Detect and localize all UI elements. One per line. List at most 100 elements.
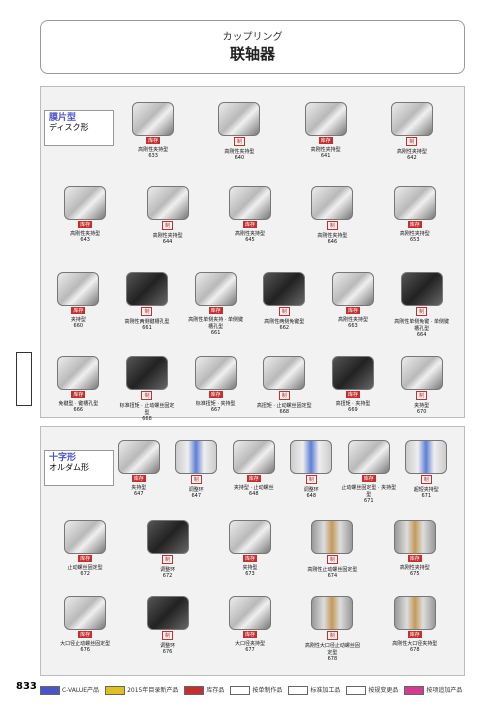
product-card[interactable]: 制高刚性夹持型 644 — [140, 186, 196, 245]
product-name: 高刚性夹持型 — [70, 231, 101, 237]
product-card[interactable]: 库存 高刚性夹持型 663 — [325, 272, 381, 338]
product-image — [57, 356, 100, 390]
product-card[interactable]: 制高刚性止动螺丝固定型 674 — [304, 520, 360, 579]
product-card[interactable]: 制夹持型 670 — [394, 356, 450, 422]
status-badge: 制 — [326, 631, 338, 640]
product-card[interactable]: 制高刚性单侧免键 · 单侧键槽孔型 664 — [394, 272, 450, 338]
product-code: 633 — [148, 153, 158, 159]
product-card[interactable]: 制高刚性两侧免键型 662 — [256, 272, 312, 338]
product-card[interactable]: 制高刚性两侧键槽孔型 661 — [119, 272, 175, 338]
status-badge: 库存 — [78, 221, 93, 228]
product-card[interactable]: 库存 高刚性夹持型 675 — [387, 520, 443, 579]
product-name: 调整环 — [160, 567, 176, 573]
product-row-5: 库存 夹持型 647 制调整环 647 库存 夹持型 · 止动螺丝 648 制调整环 648 库存止… — [110, 440, 455, 504]
legend-footer: C-VALUE产品 2015年目录新产品 库存品 按单制作品 标准加工品 按规变更品 按项追… — [40, 684, 463, 696]
product-name: 夹持型 — [414, 403, 430, 409]
product-card[interactable]: 库存 高刚性夹持型 641 — [298, 102, 354, 161]
product-card[interactable]: 制标准扭矩 · 止动螺丝固定型 668 — [119, 356, 175, 422]
product-code: 647 — [191, 493, 202, 499]
product-card[interactable]: 库存 高刚性单侧夹持 · 单侧键槽孔型 661 — [188, 272, 244, 338]
product-card[interactable]: 库存 标准扭矩 · 夹持型 667 — [188, 356, 244, 422]
product-card[interactable]: 库存 夹持型 673 — [222, 520, 278, 579]
status-badge: 库存 — [146, 137, 161, 144]
legend-item: 按单制作品 — [230, 685, 282, 695]
product-image — [311, 520, 354, 554]
status-badge: 制 — [406, 137, 418, 146]
product-code: 661 — [142, 325, 152, 331]
status-badge: 库存 — [78, 631, 93, 638]
product-name: 止动螺丝固定型 · 夹持型型 — [341, 485, 397, 498]
section-diaphragm-subtitle: ディスク形 — [49, 123, 89, 132]
legend-swatch-icon — [105, 686, 126, 695]
product-name: 调整环 — [303, 487, 319, 493]
product-card[interactable]: 制超短夹持型 671 — [398, 440, 454, 504]
product-image — [146, 520, 189, 554]
product-card[interactable]: 库存 止动螺丝固定型 672 — [57, 520, 113, 579]
product-card[interactable]: 库存 夹持型 660 — [50, 272, 106, 338]
product-row-4: 库存 免键型 · 键槽孔型 666 制标准扭矩 · 止动螺丝固定型 668 库存 标准扭矩 … — [44, 356, 456, 422]
product-card[interactable]: 库存 高刚性夹持型 645 — [222, 186, 278, 245]
product-code: 678 — [409, 647, 420, 653]
status-badge: 库存 — [242, 555, 257, 562]
product-image — [218, 102, 261, 136]
product-code: 645 — [245, 237, 255, 243]
product-name: 夹持型 — [70, 317, 86, 323]
product-card[interactable]: 库存 大口径止动螺丝固定型 676 — [57, 596, 113, 662]
product-card[interactable]: 制高刚性大口径止动螺丝固定型 678 — [304, 596, 360, 662]
product-code: 663 — [348, 323, 358, 329]
product-card[interactable]: 库存 止动螺丝固定型 · 夹持型型 671 — [341, 440, 397, 504]
status-badge: 制 — [278, 307, 290, 316]
product-image — [393, 520, 436, 554]
product-row-7: 库存 大口径止动螺丝固定型 676 制调整环 676 库存 大口径夹持型 677 制高刚性大口径… — [44, 596, 456, 662]
product-code: 653 — [409, 237, 420, 243]
product-name: 夹持型 · 止动螺丝 — [233, 485, 274, 491]
product-code: 671 — [363, 498, 374, 504]
product-image — [132, 102, 175, 136]
product-image — [228, 186, 271, 220]
status-badge: 制 — [233, 137, 245, 146]
product-name: 夹持型 — [242, 565, 258, 571]
product-name: 免键型 · 键槽孔型 — [58, 401, 99, 407]
product-image — [228, 520, 271, 554]
product-image — [64, 596, 107, 630]
status-badge: 制 — [326, 221, 338, 230]
product-name: 高刚性夹持型 — [399, 231, 430, 237]
status-badge: 制 — [278, 391, 290, 400]
product-code: 648 — [306, 493, 317, 499]
product-card[interactable]: 制高刚性夹持型 640 — [211, 102, 267, 161]
product-image — [263, 356, 306, 390]
product-card[interactable]: 制高刚性夹持型 642 — [384, 102, 440, 161]
product-code: 677 — [245, 647, 255, 653]
product-card[interactable]: 库存 免键型 · 键槽孔型 666 — [50, 356, 106, 422]
status-badge: 库存 — [318, 137, 333, 144]
product-card[interactable]: 制调整环 676 — [140, 596, 196, 662]
product-name: 标准扭矩 · 夹持型 — [195, 401, 236, 407]
legend-swatch-icon — [288, 686, 309, 695]
product-image — [400, 272, 443, 306]
side-index-tab — [16, 352, 32, 406]
product-card[interactable]: 库存 高刚性大口径夹持型 678 — [387, 596, 443, 662]
status-badge: 库存 — [71, 307, 86, 314]
product-row-1: 库存 高刚性夹持型 633 制高刚性夹持型 640 库存 高刚性夹持型 641 制高刚性夹持型 6… — [110, 102, 455, 161]
status-badge: 库存 — [407, 221, 422, 228]
status-badge: 库存 — [131, 475, 146, 482]
product-card[interactable]: 制高扭矩 · 止动螺丝固定型 668 — [256, 356, 312, 422]
product-card[interactable]: 库存 夹持型 · 止动螺丝 648 — [226, 440, 282, 504]
product-card[interactable]: 库存高刚性夹持型 653 — [387, 186, 443, 245]
legend-label: 标准加工品 — [310, 687, 341, 694]
product-code: 643 — [80, 237, 90, 243]
product-code: 664 — [416, 332, 427, 338]
product-card[interactable]: 制调整环 672 — [140, 520, 196, 579]
product-card[interactable]: 库存高刚性夹持型 643 — [57, 186, 113, 245]
product-card[interactable]: 库存 高扭矩 · 夹持型 669 — [325, 356, 381, 422]
product-card[interactable]: 库存 高刚性夹持型 633 — [125, 102, 181, 161]
product-card[interactable]: 库存 夹持型 647 — [111, 440, 167, 504]
legend-label: 按项追加产品 — [426, 687, 463, 694]
product-code: 676 — [162, 649, 173, 655]
product-card[interactable]: 制高刚性夹持型 646 — [304, 186, 360, 245]
product-card[interactable]: 制调整环 648 — [283, 440, 339, 504]
product-name: 高刚性单侧免键 · 单侧键槽孔型 — [394, 319, 449, 332]
product-code: 676 — [80, 647, 90, 653]
product-card[interactable]: 库存 大口径夹持型 677 — [222, 596, 278, 662]
product-card[interactable]: 制调整环 647 — [168, 440, 224, 504]
